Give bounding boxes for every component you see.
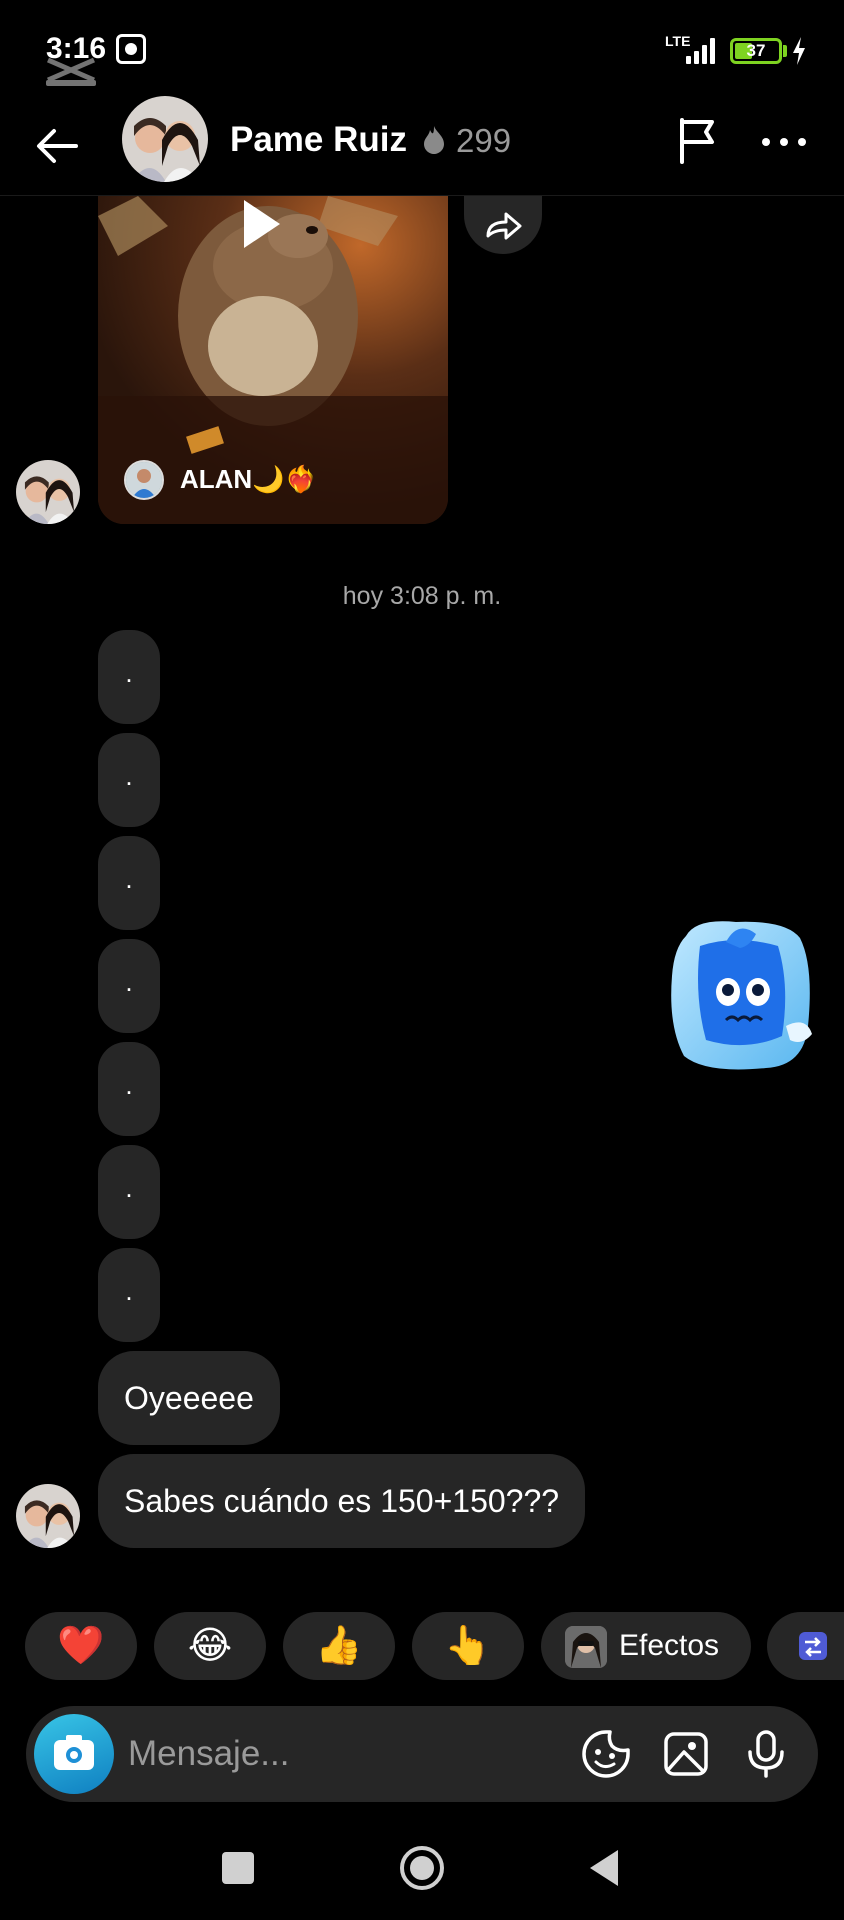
recent-apps-icon bbox=[222, 1852, 254, 1884]
message-timestamp: hoy 3:08 p. m. bbox=[342, 582, 502, 610]
gallery-icon[interactable] bbox=[658, 1726, 714, 1782]
camera-button[interactable] bbox=[34, 1714, 114, 1794]
system-navigation-bar bbox=[0, 1830, 844, 1910]
quick-reactions-bar: ❤️ 😂 👍 👆 Efectos bbox=[0, 1612, 844, 1684]
reaction-laugh-button[interactable]: 😂 bbox=[154, 1612, 266, 1680]
sender-avatar[interactable] bbox=[16, 460, 80, 524]
more-effects-button[interactable] bbox=[767, 1612, 844, 1680]
message-text: . bbox=[125, 1070, 133, 1100]
effects-label: Efectos bbox=[619, 1629, 720, 1662]
message-composer bbox=[26, 1706, 818, 1802]
message-text: . bbox=[125, 761, 133, 791]
reaction-point-up-button[interactable]: 👆 bbox=[412, 1612, 524, 1680]
charging-icon bbox=[793, 37, 805, 65]
message-bubble[interactable]: . bbox=[98, 836, 160, 930]
signal-icon bbox=[686, 38, 718, 64]
reaction-heart-button[interactable]: ❤️ bbox=[25, 1612, 137, 1680]
message-text: . bbox=[125, 864, 133, 894]
message-text: . bbox=[125, 1173, 133, 1203]
message-bubble[interactable]: . bbox=[98, 1145, 160, 1239]
sender-avatar[interactable] bbox=[16, 1484, 80, 1548]
screenshot-icon bbox=[116, 34, 146, 64]
message-bubble[interactable]: . bbox=[98, 939, 160, 1033]
streak-count: 299 bbox=[456, 122, 512, 159]
microphone-icon[interactable] bbox=[738, 1726, 794, 1782]
reaction-thumbs-up-button[interactable]: 👍 bbox=[283, 1612, 395, 1680]
battery-icon: 37 bbox=[730, 38, 782, 64]
message-text: . bbox=[125, 1276, 133, 1306]
status-bar: 3:16 LTE 37 bbox=[0, 0, 844, 100]
more-options-icon[interactable] bbox=[756, 122, 812, 162]
sticker-icon[interactable] bbox=[578, 1726, 634, 1782]
message-bubble[interactable]: . bbox=[98, 733, 160, 827]
ice-cube-sticker[interactable] bbox=[666, 916, 816, 1076]
message-text: . bbox=[125, 658, 133, 688]
battery-level: 37 bbox=[746, 41, 766, 60]
shared-video-post[interactable]: ALAN🌙❤️‍🔥 bbox=[98, 196, 448, 524]
streak-flame-icon bbox=[424, 126, 444, 154]
message-bubble[interactable]: Sabes cuándo es 150+150??? bbox=[98, 1454, 586, 1548]
chat-header: Pame Ruiz 299 bbox=[0, 96, 844, 196]
message-text: . bbox=[125, 967, 133, 997]
back-arrow-icon[interactable] bbox=[30, 118, 86, 174]
capcut-icon bbox=[46, 57, 96, 86]
contact-avatar[interactable] bbox=[122, 96, 208, 182]
message-bubble[interactable]: . bbox=[98, 1248, 160, 1342]
effects-thumbnail bbox=[565, 1626, 607, 1668]
camera-icon bbox=[54, 1735, 94, 1770]
message-bubble[interactable]: . bbox=[98, 630, 160, 724]
battery-tip bbox=[783, 45, 787, 57]
message-bubble[interactable]: . bbox=[98, 1042, 160, 1136]
share-icon[interactable] bbox=[464, 196, 542, 254]
contact-name[interactable]: Pame Ruiz bbox=[230, 120, 407, 160]
post-author-avatar bbox=[124, 460, 164, 500]
message-bubble[interactable]: Oyeeeee bbox=[98, 1351, 280, 1445]
flag-icon[interactable] bbox=[670, 112, 726, 168]
swap-effects-icon bbox=[799, 1632, 827, 1660]
message-input[interactable] bbox=[128, 1728, 568, 1780]
effects-button[interactable]: Efectos bbox=[541, 1612, 751, 1680]
post-author-name: ALAN🌙❤️‍🔥 bbox=[180, 464, 317, 494]
